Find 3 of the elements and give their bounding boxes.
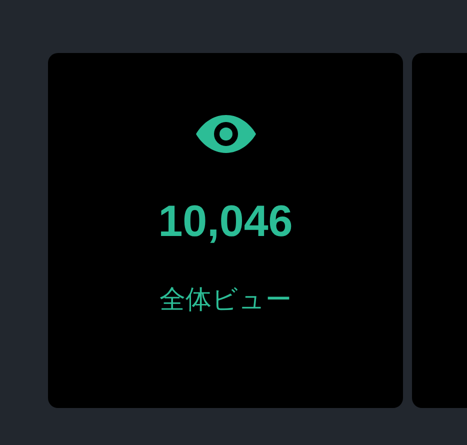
eye-icon xyxy=(194,113,256,155)
stat-label: 全体ビュー xyxy=(160,287,292,313)
view-count: 10,046 xyxy=(158,200,293,244)
